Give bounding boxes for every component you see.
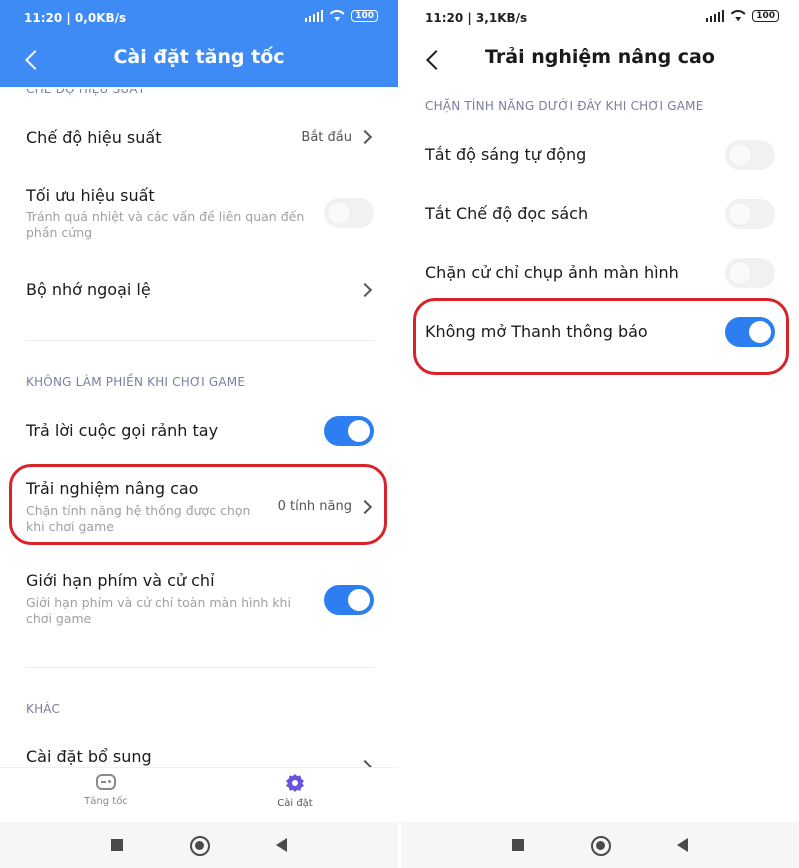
highlight-annotation bbox=[9, 464, 387, 545]
reading-mode-title: Tắt Chế độ đọc sách bbox=[425, 204, 589, 223]
divider bbox=[26, 340, 374, 341]
title-bar: Cài đặt tăng tốc bbox=[0, 36, 398, 84]
tab-settings[interactable]: Cài đặt bbox=[245, 774, 345, 809]
recents-icon[interactable] bbox=[512, 839, 524, 851]
limit-keys-gestures-toggle[interactable] bbox=[324, 585, 374, 615]
tab-settings-label: Cài đặt bbox=[277, 798, 313, 809]
status-bar: 11:20 | 0,0KB/s 100 bbox=[0, 0, 398, 36]
limit-keys-gestures-row: Giới hạn phím và cử chỉ Giới hạn phím và… bbox=[0, 562, 398, 632]
signal-icon bbox=[304, 10, 324, 22]
page-title: Trải nghiệm nâng cao bbox=[485, 46, 715, 68]
screenshot-gesture-toggle[interactable] bbox=[725, 258, 775, 288]
bottom-tab-bar: Tăng tốc Cài đặt bbox=[0, 767, 398, 821]
auto-brightness-row: Tắt độ sáng tự động bbox=[401, 136, 799, 176]
accelerator-settings-screen: 11:20 | 0,0KB/s 100 Cài đặt tăng tốc CHẾ… bbox=[0, 0, 398, 868]
extra-settings-title: Cài đặt bổ sung bbox=[26, 747, 152, 766]
optimize-performance-subtitle: Tránh quá nhiệt và các vấn đề liên quan … bbox=[26, 209, 305, 240]
chevron-right-icon bbox=[362, 130, 372, 144]
divider bbox=[26, 667, 374, 668]
limit-keys-gestures-subtitle: Giới hạn phím và cử chỉ toàn màn hình kh… bbox=[26, 595, 291, 626]
page-title: Cài đặt tăng tốc bbox=[113, 46, 285, 68]
battery-icon: 100 bbox=[752, 10, 779, 22]
optimize-performance-row: Tối ưu hiệu suất Tránh quá nhiệt và các … bbox=[0, 180, 398, 250]
handsfree-title: Trả lời cuộc gọi rảnh tay bbox=[26, 421, 219, 440]
title-bar: Trải nghiệm nâng cao bbox=[401, 36, 799, 84]
auto-brightness-toggle[interactable] bbox=[725, 140, 775, 170]
system-nav-bar bbox=[0, 822, 398, 868]
battery-icon: 100 bbox=[351, 10, 378, 22]
back-nav-icon[interactable] bbox=[276, 838, 287, 852]
performance-mode-value: Bắt đầu bbox=[301, 130, 352, 145]
gamepad-icon bbox=[96, 774, 116, 790]
reading-mode-toggle[interactable] bbox=[725, 199, 775, 229]
tab-accelerate-label: Tăng tốc bbox=[84, 796, 128, 807]
section-label-other: KHÁC bbox=[26, 702, 61, 716]
home-icon[interactable] bbox=[190, 836, 210, 856]
extra-settings-row[interactable]: Cài đặt bổ sung bbox=[0, 740, 398, 770]
back-nav-icon[interactable] bbox=[677, 838, 688, 852]
screenshot-gesture-title: Chặn cử chỉ chụp ảnh màn hình bbox=[425, 263, 679, 282]
gear-icon bbox=[286, 774, 304, 792]
wifi-icon bbox=[329, 10, 345, 22]
status-bar: 11:20 | 3,1KB/s 100 bbox=[401, 0, 799, 36]
highlight-annotation bbox=[413, 298, 789, 375]
system-nav-bar bbox=[401, 822, 799, 868]
chevron-right-icon bbox=[362, 283, 372, 297]
handsfree-toggle[interactable] bbox=[324, 416, 374, 446]
screenshot-gesture-row: Chặn cử chỉ chụp ảnh màn hình bbox=[401, 254, 799, 294]
section-label-block-features: CHẶN TÍNH NĂNG DƯỚI ĐÂY KHI CHƠI GAME bbox=[425, 99, 704, 113]
optimize-performance-title: Tối ưu hiệu suất bbox=[26, 186, 155, 205]
status-time: 11:20 | 3,1KB/s bbox=[425, 11, 528, 25]
exception-memory-row[interactable]: Bộ nhớ ngoại lệ bbox=[0, 266, 398, 316]
auto-brightness-title: Tắt độ sáng tự động bbox=[425, 145, 587, 164]
limit-keys-gestures-title: Giới hạn phím và cử chỉ bbox=[26, 571, 215, 590]
tab-accelerate[interactable]: Tăng tốc bbox=[56, 774, 156, 807]
optimize-performance-toggle[interactable] bbox=[324, 198, 374, 228]
signal-icon bbox=[705, 10, 725, 22]
advanced-experience-screen: 11:20 | 3,1KB/s 100 Trải nghiệm nâng cao… bbox=[401, 0, 799, 868]
performance-mode-title: Chế độ hiệu suất bbox=[26, 128, 162, 147]
exception-memory-title: Bộ nhớ ngoại lệ bbox=[26, 280, 151, 299]
home-icon[interactable] bbox=[591, 836, 611, 856]
handsfree-row: Trả lời cuộc gọi rảnh tay bbox=[0, 410, 398, 454]
wifi-icon bbox=[730, 10, 746, 22]
performance-mode-row[interactable]: Chế độ hiệu suất Bắt đầu bbox=[0, 112, 398, 164]
status-time: 11:20 | 0,0KB/s bbox=[24, 11, 127, 25]
recents-icon[interactable] bbox=[111, 839, 123, 851]
section-label-do-not-disturb: KHÔNG LÀM PHIỀN KHI CHƠI GAME bbox=[26, 375, 246, 389]
reading-mode-row: Tắt Chế độ đọc sách bbox=[401, 195, 799, 235]
